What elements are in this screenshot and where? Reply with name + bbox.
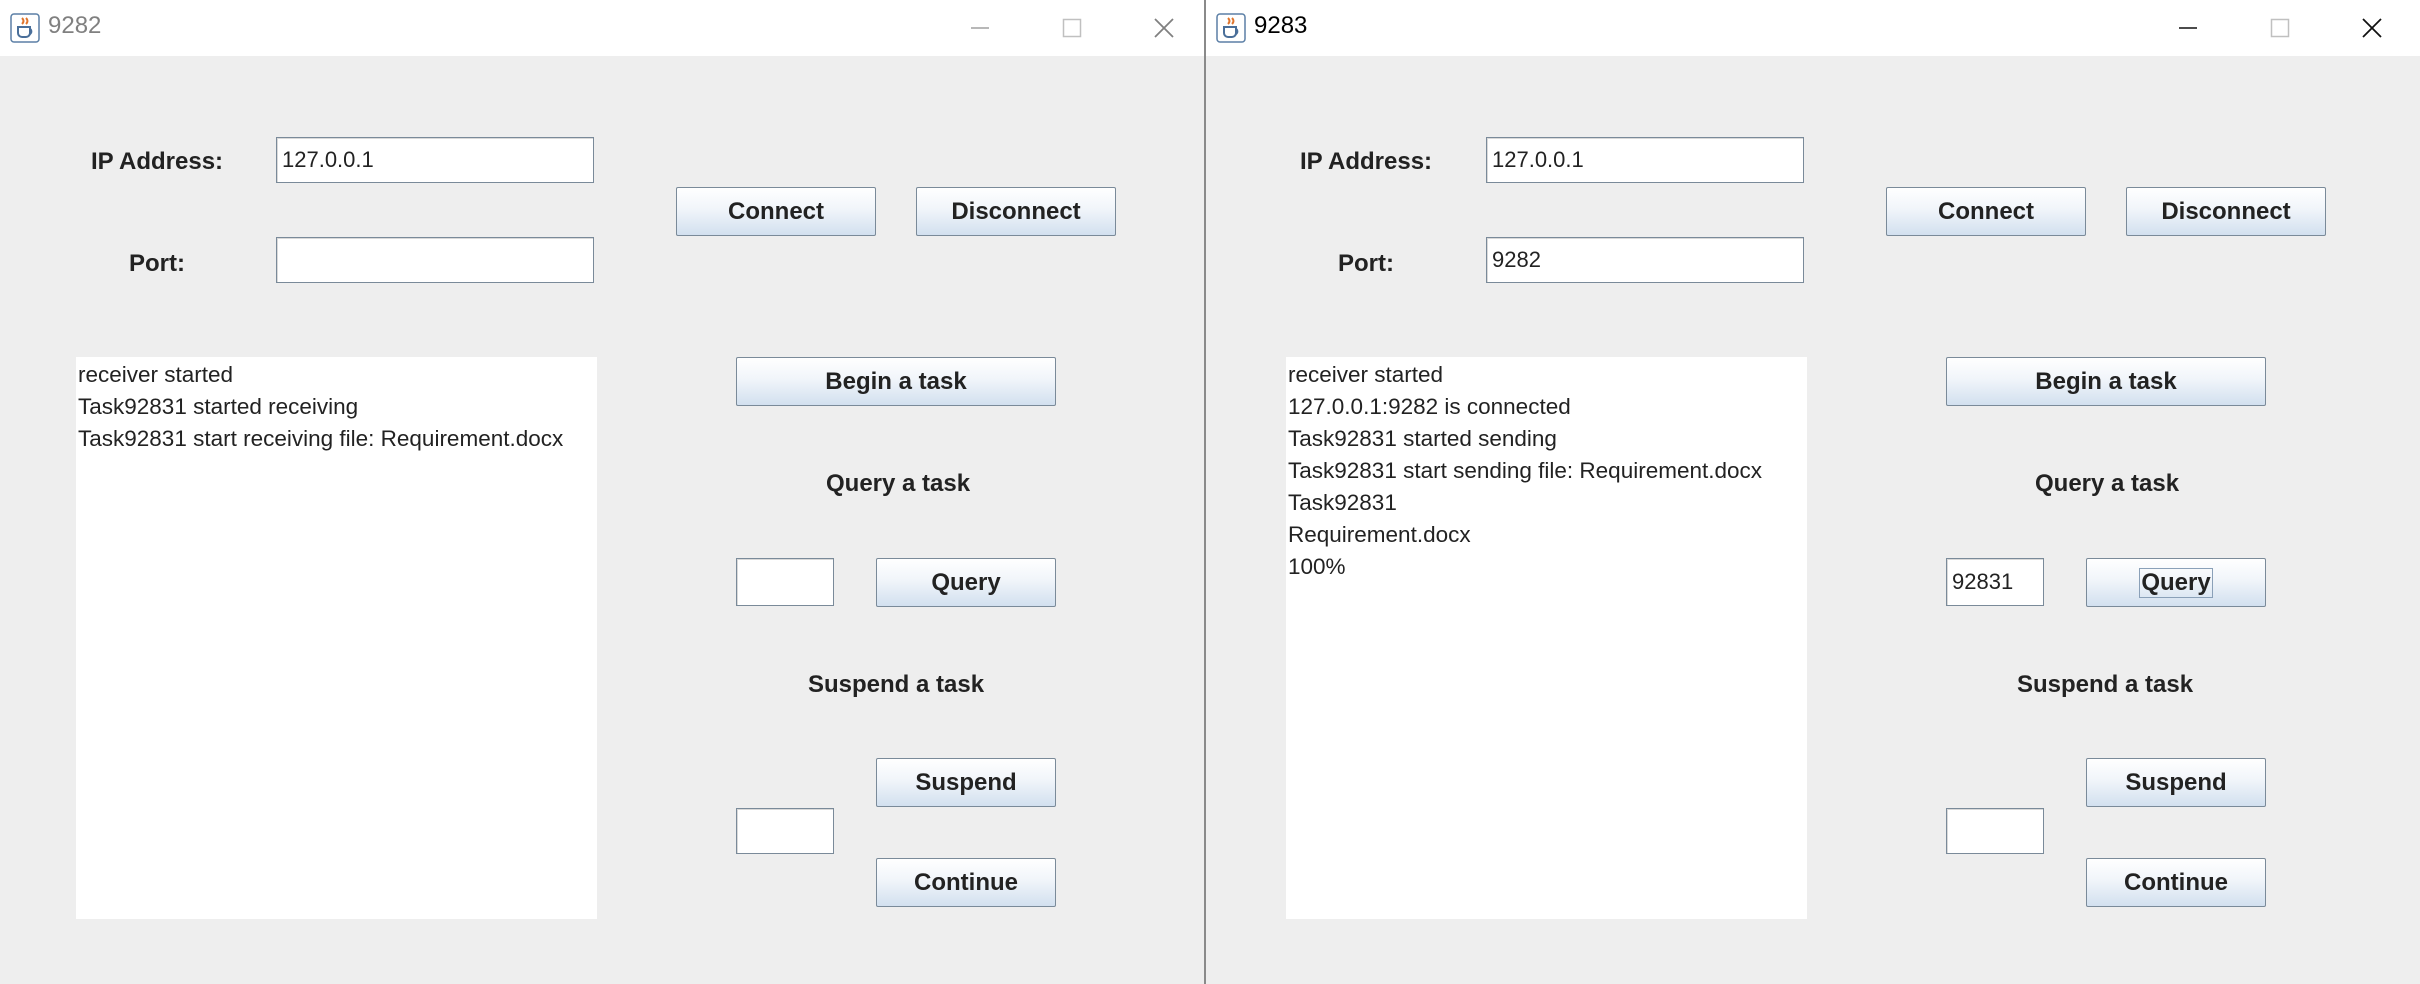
title-bar[interactable]: 9282 xyxy=(0,0,1204,56)
port-label: Port: xyxy=(1338,250,1394,277)
java-coffee-cup-icon xyxy=(1216,13,1246,43)
query-task-label: Query a task xyxy=(2035,470,2180,497)
port-input[interactable] xyxy=(1486,237,1804,283)
log-line: Task92831 started receiving xyxy=(78,394,359,419)
suspend-button[interactable]: Suspend xyxy=(2086,758,2266,807)
log-line: Task92831 started sending xyxy=(1288,426,1557,451)
window-9283: 9283 IP Address: Port: Connect Disconnec… xyxy=(1206,0,2420,984)
ip-address-label: IP Address: xyxy=(1300,148,1433,175)
maximize-icon xyxy=(1062,18,1082,38)
maximize-button[interactable] xyxy=(1026,0,1118,56)
window-title: 9282 xyxy=(48,12,102,39)
maximize-button[interactable] xyxy=(2234,0,2326,56)
suspend-task-input[interactable] xyxy=(736,808,834,854)
log-line: Requirement.docx xyxy=(1288,522,1471,547)
minimize-button[interactable] xyxy=(934,0,1026,56)
disconnect-button[interactable]: Disconnect xyxy=(2126,187,2326,236)
suspend-task-label: Suspend a task xyxy=(2017,671,2194,698)
log-area[interactable]: receiver started 127.0.0.1:9282 is conne… xyxy=(1286,357,1807,919)
window-title: 9283 xyxy=(1254,12,1308,39)
disconnect-button[interactable]: Disconnect xyxy=(916,187,1116,236)
close-button[interactable] xyxy=(1118,0,1204,56)
connect-button[interactable]: Connect xyxy=(1886,187,2086,236)
close-icon xyxy=(2362,18,2382,38)
log-line: 100% xyxy=(1288,554,1346,579)
port-input[interactable] xyxy=(276,237,594,283)
query-task-input[interactable] xyxy=(1946,558,2044,606)
query-button[interactable]: Query xyxy=(876,558,1056,607)
suspend-task-input[interactable] xyxy=(1946,808,2044,854)
begin-task-button[interactable]: Begin a task xyxy=(736,357,1056,406)
title-bar[interactable]: 9283 xyxy=(1206,0,2420,56)
connect-button[interactable]: Connect xyxy=(676,187,876,236)
window-9282: 9282 IP Address: Port: Connect Disconnec… xyxy=(0,0,1206,984)
query-task-label: Query a task xyxy=(826,470,971,497)
minimize-icon xyxy=(2179,27,2197,29)
ip-address-input[interactable] xyxy=(276,137,594,183)
log-line: Task92831 start receiving file: Requirem… xyxy=(78,426,564,451)
minimize-button[interactable] xyxy=(2142,0,2234,56)
query-button-label: Query xyxy=(2139,567,2213,598)
continue-button[interactable]: Continue xyxy=(876,858,1056,907)
query-task-input[interactable] xyxy=(736,558,834,606)
continue-button[interactable]: Continue xyxy=(2086,858,2266,907)
log-line: 127.0.0.1:9282 is connected xyxy=(1288,394,1571,419)
log-line: receiver started xyxy=(78,362,234,387)
ip-address-label: IP Address: xyxy=(91,148,224,175)
log-area[interactable]: receiver started Task92831 started recei… xyxy=(76,357,597,919)
suspend-button[interactable]: Suspend xyxy=(876,758,1056,807)
log-line: Task92831 xyxy=(1288,490,1397,515)
close-icon xyxy=(1154,18,1174,38)
maximize-icon xyxy=(2270,18,2290,38)
log-line: receiver started xyxy=(1288,362,1444,387)
java-coffee-cup-icon xyxy=(10,13,40,43)
suspend-task-label: Suspend a task xyxy=(808,671,985,698)
log-line: Task92831 start sending file: Requiremen… xyxy=(1288,458,1763,483)
minimize-icon xyxy=(971,27,989,29)
port-label: Port: xyxy=(129,250,185,277)
begin-task-button[interactable]: Begin a task xyxy=(1946,357,2266,406)
ip-address-input[interactable] xyxy=(1486,137,1804,183)
query-button[interactable]: Query xyxy=(2086,558,2266,607)
close-button[interactable] xyxy=(2326,0,2418,56)
